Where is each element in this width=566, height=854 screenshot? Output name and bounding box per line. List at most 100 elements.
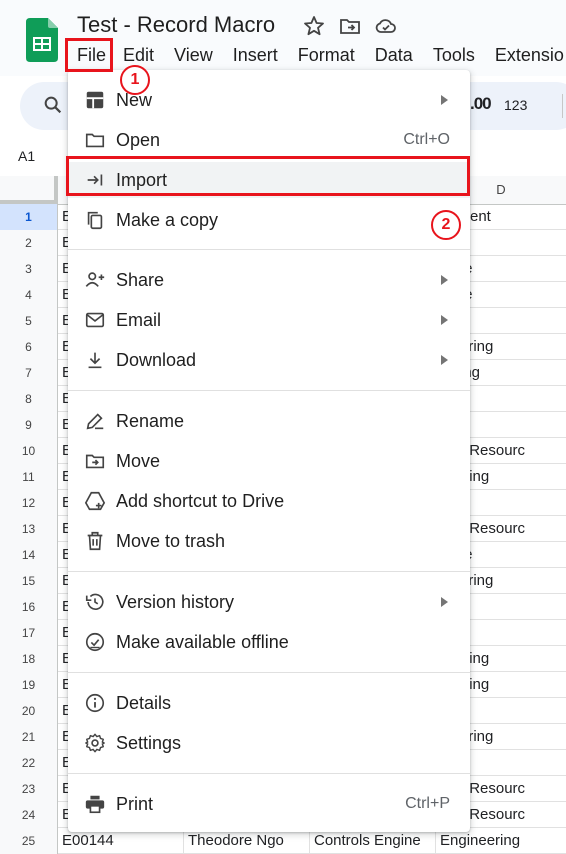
share-person-icon (85, 272, 105, 287)
menu-divider (68, 773, 470, 774)
menu-item-label: Settings (116, 733, 182, 753)
download-icon (88, 352, 102, 369)
menu-tools[interactable]: Tools (423, 42, 485, 70)
menu-view[interactable]: View (164, 42, 223, 70)
row-header[interactable]: 7 (0, 360, 58, 386)
print-icon (85, 795, 105, 814)
row-header[interactable]: 17 (0, 620, 58, 646)
info-icon (85, 693, 105, 713)
submenu-arrow-icon (441, 597, 448, 607)
name-box[interactable]: A1 (18, 148, 35, 164)
row-header[interactable]: 2 (0, 230, 58, 256)
cloud-saved-icon[interactable] (374, 14, 398, 38)
menu-item-label: Open (116, 130, 161, 150)
menu-insert[interactable]: Insert (223, 42, 288, 70)
menu-item-move-to-trash[interactable]: Move to trash (68, 523, 470, 559)
menu-item-label: Details (116, 693, 172, 713)
row-header[interactable]: 23 (0, 776, 58, 802)
row-header[interactable]: 12 (0, 490, 58, 516)
menu-divider (68, 390, 470, 391)
row-header[interactable]: 24 (0, 802, 58, 828)
row-header[interactable]: 15 (0, 568, 58, 594)
row-header[interactable]: 9 (0, 412, 58, 438)
star-icon[interactable] (302, 14, 326, 38)
row-header[interactable]: 19 (0, 672, 58, 698)
menu-item-make-a-copy[interactable]: Make a copy (68, 202, 470, 238)
drive-shortcut-icon (84, 491, 106, 511)
row-header[interactable]: 22 (0, 750, 58, 776)
row-header[interactable]: 10 (0, 438, 58, 464)
offline-icon (85, 632, 105, 652)
select-all-corner[interactable] (0, 176, 58, 204)
menu-item-label: Make a copy (116, 210, 219, 230)
move-folder-icon (85, 454, 105, 469)
step-2-badge: 2 (431, 210, 461, 240)
search-icon[interactable] (42, 94, 64, 116)
menu-item-label: Rename (116, 411, 185, 431)
row-header[interactable]: 16 (0, 594, 58, 620)
submenu-arrow-icon (441, 95, 448, 105)
menu-item-label: Print (116, 794, 154, 814)
file-menu-highlight (65, 38, 113, 72)
menu-bar: File Edit View Insert Format Data Tools … (68, 42, 566, 70)
gear-icon (85, 733, 105, 753)
copy-icon (87, 211, 103, 230)
import-highlight (66, 156, 470, 196)
submenu-arrow-icon (441, 355, 448, 365)
toolbar-divider (562, 94, 563, 118)
history-icon (85, 593, 104, 610)
menu-item-label: Make available offline (116, 632, 289, 652)
row-header[interactable]: 6 (0, 334, 58, 360)
row-header[interactable]: 4 (0, 282, 58, 308)
row-header[interactable]: 21 (0, 724, 58, 750)
submenu-arrow-icon (441, 275, 448, 285)
number-format-button[interactable]: 123 (504, 97, 527, 113)
shortcut-label: Ctrl+O (403, 131, 450, 148)
folder-icon (85, 133, 105, 148)
menu-item-add-shortcut[interactable]: Add shortcut to Drive (68, 483, 470, 519)
menu-item-label: Download (116, 350, 197, 370)
menu-item-settings[interactable]: Settings (68, 725, 470, 761)
document-title[interactable]: Test - Record Macro (77, 12, 275, 38)
step-1-badge: 1 (120, 65, 150, 95)
menu-divider (68, 249, 470, 250)
menu-divider (68, 571, 470, 572)
sheets-logo-icon[interactable] (26, 18, 58, 62)
row-header[interactable]: 25 (0, 828, 58, 854)
menu-divider (68, 672, 470, 673)
trash-icon (87, 531, 103, 551)
row-header[interactable]: 13 (0, 516, 58, 542)
menu-data[interactable]: Data (365, 42, 423, 70)
title-icons (302, 14, 398, 38)
menu-format[interactable]: Format (288, 42, 365, 70)
menu-item-label: Share (116, 270, 165, 290)
menu-item-open[interactable]: Open Ctrl+O (68, 122, 470, 158)
menu-extensions[interactable]: Extensio (485, 42, 566, 70)
row-header[interactable]: 8 (0, 386, 58, 412)
row-header[interactable]: 5 (0, 308, 58, 334)
row-header[interactable]: 18 (0, 646, 58, 672)
row-header[interactable]: 1 (0, 204, 58, 230)
menu-item-share[interactable]: Share (68, 262, 470, 298)
menu-item-download[interactable]: Download (68, 342, 470, 378)
new-sheet-icon (86, 91, 104, 109)
row-header[interactable]: 14 (0, 542, 58, 568)
menu-item-label: Add shortcut to Drive (116, 491, 285, 511)
menu-item-label: Version history (116, 592, 235, 612)
menu-item-details[interactable]: Details (68, 685, 470, 721)
menu-item-label: Email (116, 310, 162, 330)
menu-item-label: Move (116, 451, 161, 471)
menu-item-label: Move to trash (116, 531, 226, 551)
row-header[interactable]: 11 (0, 464, 58, 490)
increase-decimal-button[interactable]: .00 (470, 94, 492, 114)
menu-item-rename[interactable]: Rename (68, 403, 470, 439)
row-header[interactable]: 3 (0, 256, 58, 282)
menu-item-email[interactable]: Email (68, 302, 470, 338)
menu-item-make-available-offline[interactable]: Make available offline (68, 624, 470, 660)
row-header[interactable]: 20 (0, 698, 58, 724)
move-folder-icon[interactable] (338, 14, 362, 38)
menu-item-version-history[interactable]: Version history (68, 584, 470, 620)
menu-item-print[interactable]: Print Ctrl+P (68, 786, 470, 822)
rename-icon (86, 413, 104, 430)
menu-item-move[interactable]: Move (68, 443, 470, 479)
